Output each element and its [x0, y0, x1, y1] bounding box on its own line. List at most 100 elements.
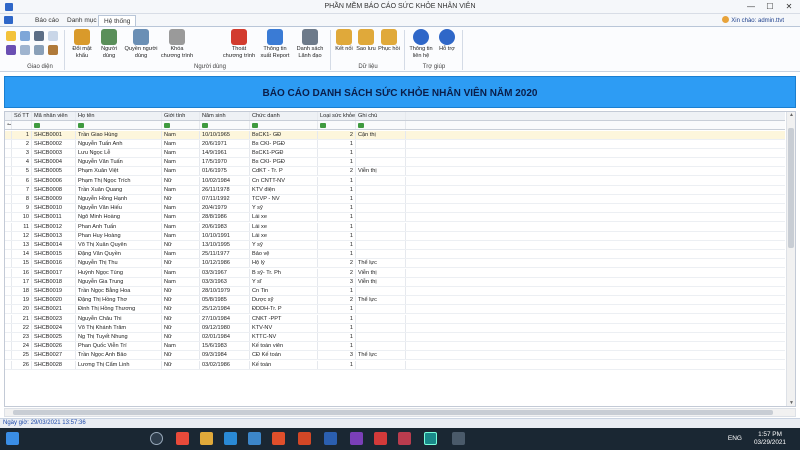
- table-cell[interactable]: Kế toán viên: [250, 342, 318, 351]
- clock[interactable]: 1:57 PM 03/29/2021: [754, 431, 786, 447]
- table-cell[interactable]: 2: [12, 139, 32, 148]
- table-cell[interactable]: 1: [318, 360, 356, 369]
- filter-cell[interactable]: [162, 121, 200, 130]
- table-cell[interactable]: SHCB0027: [32, 351, 76, 360]
- table-cell[interactable]: Nam: [162, 204, 200, 213]
- table-cell[interactable]: Trần Ngọc Anh Bảo: [76, 351, 162, 360]
- table-cell[interactable]: 1: [318, 158, 356, 167]
- search-icon[interactable]: [150, 432, 163, 445]
- table-cell[interactable]: Nguyễn Châu Thi: [76, 314, 162, 323]
- table-cell[interactable]: 17: [12, 277, 32, 286]
- table-cell[interactable]: 2: [318, 268, 356, 277]
- table-cell[interactable]: SHCB0023: [32, 314, 76, 323]
- filter-cell[interactable]: [12, 121, 32, 130]
- table-cell[interactable]: Nguyễn Tuấn Anh: [76, 139, 162, 148]
- table-cell[interactable]: 19: [12, 296, 32, 305]
- table-cell[interactable]: Nguyễn Hồng Hạnh: [76, 194, 162, 204]
- table-cell[interactable]: 11: [12, 222, 32, 231]
- column-header[interactable]: Loại sức khỏe: [318, 112, 356, 121]
- table-cell[interactable]: Dược sỹ: [250, 296, 318, 305]
- table-cell[interactable]: Viễn thị: [356, 167, 406, 176]
- table-cell[interactable]: Võ Thị Khánh Trâm: [76, 323, 162, 332]
- table-cell[interactable]: B sỹ- Tr. Ph: [250, 268, 318, 277]
- table-row[interactable]: 2 SHCB0002 Nguyễn Tuấn Anh Nam 20/6/1971 Bs C…: [5, 139, 785, 149]
- table-cell[interactable]: Y sỹ: [250, 240, 318, 250]
- table-cell[interactable]: 15/6/1983: [200, 342, 250, 351]
- table-cell[interactable]: Thể lực: [356, 296, 406, 305]
- table-cell[interactable]: [356, 305, 406, 314]
- table-cell[interactable]: 1: [318, 194, 356, 204]
- table-cell[interactable]: SHCB0018: [32, 277, 76, 286]
- word-icon[interactable]: [324, 432, 337, 445]
- table-cell[interactable]: Nữ: [162, 240, 200, 250]
- table-cell[interactable]: 03/3/1963: [200, 277, 250, 286]
- table-cell[interactable]: 1: [318, 148, 356, 158]
- table-cell[interactable]: Thể lực: [356, 259, 406, 268]
- table-cell[interactable]: SHCB0013: [32, 231, 76, 240]
- table-cell[interactable]: 2: [318, 296, 356, 305]
- table-cell[interactable]: Cn CNTT-NV: [250, 176, 318, 185]
- table-cell[interactable]: Phạm Xuân Việt: [76, 167, 162, 176]
- table-cell[interactable]: 5: [12, 167, 32, 176]
- table-cell[interactable]: 2: [318, 130, 356, 139]
- table-cell[interactable]: [356, 332, 406, 342]
- table-cell[interactable]: SHCB0024: [32, 323, 76, 332]
- row-indicator[interactable]: [5, 268, 12, 277]
- table-cell[interactable]: Nữ: [162, 314, 200, 323]
- row-indicator[interactable]: [5, 360, 12, 369]
- table-cell[interactable]: Nam: [162, 231, 200, 240]
- table-row[interactable]: 16 SHCB0017 Huỳnh Ngọc Tùng Nam 03/3/1967 B s…: [5, 268, 785, 278]
- table-row[interactable]: 8 SHCB0009 Nguyễn Hồng Hạnh Nữ 07/11/1992 TCV…: [5, 194, 785, 205]
- table-cell[interactable]: Nam: [162, 222, 200, 231]
- table-cell[interactable]: SHCB0003: [32, 148, 76, 158]
- table-cell[interactable]: [356, 250, 406, 259]
- table-cell[interactable]: 1: [318, 231, 356, 240]
- table-cell[interactable]: 21: [12, 314, 32, 323]
- table-cell[interactable]: [356, 360, 406, 369]
- tab-bao-cao[interactable]: Báo cáo: [30, 15, 64, 26]
- row-indicator[interactable]: [5, 167, 12, 176]
- table-cell[interactable]: Nữ: [162, 360, 200, 369]
- table-cell[interactable]: Nguyễn Văn Hiếu: [76, 204, 162, 213]
- table-cell[interactable]: Nữ: [162, 323, 200, 332]
- theme-blue-icon[interactable]: [20, 31, 30, 41]
- table-cell[interactable]: 16: [12, 268, 32, 277]
- change-password-button[interactable]: Đổi mật khẩu: [70, 29, 94, 59]
- table-cell[interactable]: 14/9/1961: [200, 148, 250, 158]
- table-cell[interactable]: Huỳnh Ngọc Tùng: [76, 268, 162, 277]
- tab-danh-muc[interactable]: Danh mục: [62, 15, 102, 26]
- theme-dark-icon[interactable]: [34, 31, 44, 41]
- table-cell[interactable]: 6: [12, 176, 32, 185]
- table-cell[interactable]: Nam: [162, 213, 200, 222]
- quick-access-icon[interactable]: [4, 16, 13, 24]
- table-cell[interactable]: 1: [318, 314, 356, 323]
- row-indicator[interactable]: [5, 323, 12, 332]
- table-cell[interactable]: Nam: [162, 277, 200, 286]
- table-cell[interactable]: Lái xe: [250, 213, 318, 222]
- table-cell[interactable]: [356, 342, 406, 351]
- row-indicator[interactable]: [5, 185, 12, 194]
- table-cell[interactable]: 26: [12, 360, 32, 369]
- table-cell[interactable]: 2: [318, 167, 356, 176]
- table-cell[interactable]: SHCB0001: [32, 130, 76, 139]
- row-indicator[interactable]: [5, 240, 12, 250]
- maximize-button[interactable]: ☐: [761, 0, 779, 14]
- column-header[interactable]: Mã nhân viên: [32, 112, 76, 121]
- table-cell[interactable]: 10/10/1991: [200, 231, 250, 240]
- table-cell[interactable]: CdKT - Tr. P: [250, 167, 318, 176]
- table-cell[interactable]: 2: [318, 259, 356, 268]
- table-cell[interactable]: 1: [318, 250, 356, 259]
- report-info-button[interactable]: Thông tin xuất Report: [258, 29, 292, 59]
- table-cell[interactable]: BsCK1-PGĐ: [250, 148, 318, 158]
- users-button[interactable]: Người dùng: [97, 29, 121, 59]
- theme-custom-icon[interactable]: [48, 45, 58, 55]
- table-cell[interactable]: Nữ: [162, 286, 200, 296]
- permissions-button[interactable]: Quyền người dùng: [124, 29, 158, 59]
- table-cell[interactable]: 1: [318, 342, 356, 351]
- table-cell[interactable]: Ngô Minh Hoàng: [76, 213, 162, 222]
- table-cell[interactable]: 1: [318, 204, 356, 213]
- table-cell[interactable]: 12: [12, 231, 32, 240]
- table-cell[interactable]: Viễn thị: [356, 268, 406, 277]
- table-cell[interactable]: 24: [12, 342, 32, 351]
- table-cell[interactable]: 1: [318, 176, 356, 185]
